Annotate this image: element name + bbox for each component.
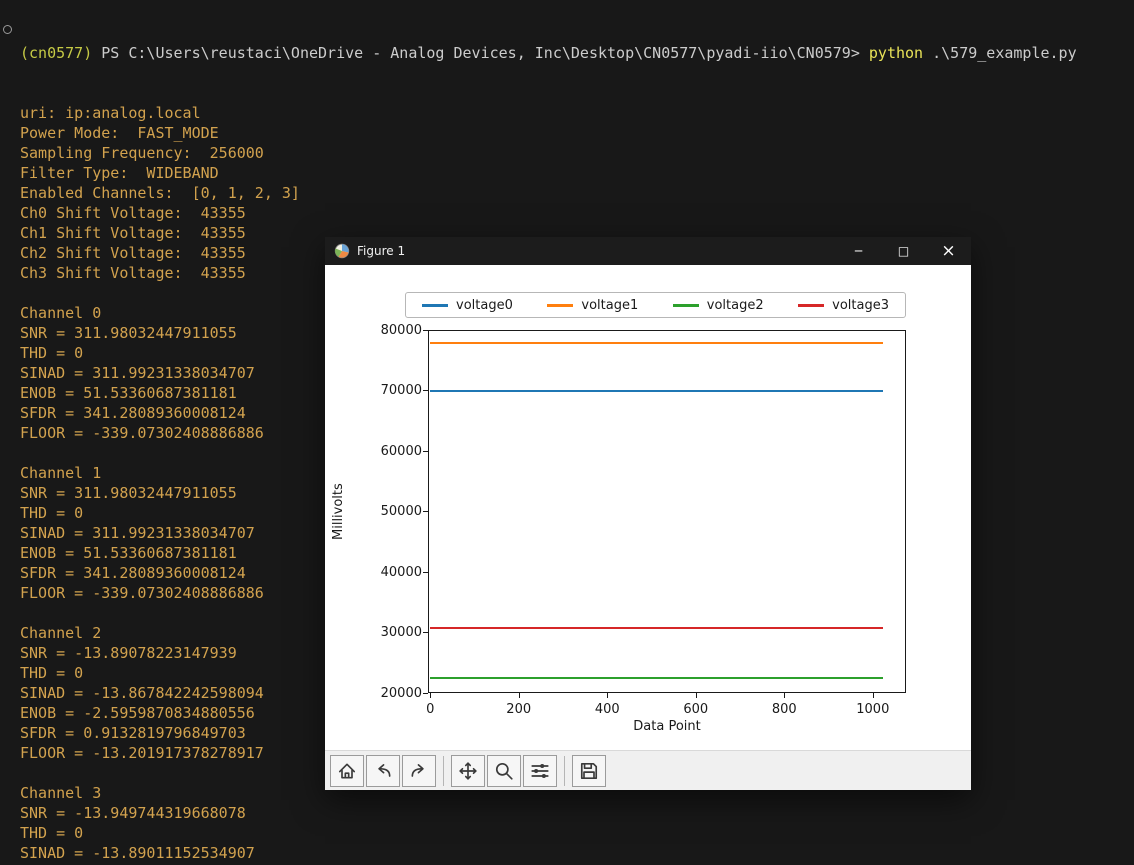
matplotlib-logo-icon	[334, 243, 350, 259]
y-tick-mark	[423, 692, 428, 694]
x-tick-mark	[695, 693, 697, 698]
figure-titlebar[interactable]: Figure 1 ─ □ ×	[325, 237, 971, 265]
x-axis-label: Data Point	[633, 719, 701, 734]
legend-label: voltage2	[706, 297, 764, 313]
maximize-button[interactable]: □	[881, 237, 926, 265]
legend-line-swatch	[672, 303, 699, 307]
series-line-voltage0	[430, 390, 883, 393]
y-axis-label: Millivolts	[331, 483, 346, 540]
conda-env-label: (cn0577)	[20, 44, 102, 62]
x-tick-mark	[872, 693, 874, 698]
figure-window: Figure 1 ─ □ × voltage0 voltage1 voltage2 v…	[325, 237, 971, 790]
home-icon	[337, 761, 357, 781]
legend-label: voltage0	[456, 297, 513, 313]
save-button[interactable]	[572, 754, 606, 787]
legend-line-swatch	[798, 303, 825, 307]
series-line-voltage2	[430, 676, 883, 679]
command-decoration-circle	[3, 25, 12, 34]
figure-canvas[interactable]: voltage0 voltage1 voltage2 voltage3 Millivo…	[325, 265, 971, 750]
channel-metric-line: THD = 0	[20, 824, 84, 842]
y-tick-label: 30000	[380, 625, 422, 640]
y-tick-mark	[423, 632, 428, 633]
x-tick-mark	[607, 693, 609, 698]
window-controls: ─ □ ×	[836, 237, 971, 265]
figure-window-title: Figure 1	[357, 244, 406, 258]
forward-button[interactable]	[402, 754, 436, 787]
x-tick-label: 0	[426, 702, 435, 717]
chart-legend: voltage0 voltage1 voltage2 voltage3	[405, 292, 906, 318]
terminal-prompt-line: (cn0577) PS C:\Users\reustaci\OneDrive -…	[20, 43, 1120, 63]
command-text: python	[868, 44, 933, 62]
zoom-icon	[494, 761, 514, 781]
y-tick-label: 80000	[380, 322, 422, 338]
terminal-output-line: Power Mode: FAST_MODE	[20, 124, 219, 142]
series-line-voltage1	[430, 342, 883, 344]
terminal-output-line: Sampling Frequency: 256000	[20, 144, 264, 162]
x-tick-mark	[518, 693, 520, 698]
y-tick-mark	[423, 390, 428, 391]
prompt-path: PS C:\Users\reustaci\OneDrive - Analog D…	[101, 44, 869, 62]
legend-item-voltage3: voltage3	[798, 298, 889, 313]
channel-metric-line: SNR = -13.949744319668078	[20, 804, 246, 822]
toolbar-separator	[564, 755, 565, 786]
legend-label: voltage3	[832, 297, 889, 313]
x-tick-label: 200	[506, 702, 532, 717]
y-tick-label: 60000	[380, 443, 422, 459]
pan-icon	[458, 761, 478, 781]
series-line-voltage3	[430, 627, 883, 630]
close-button[interactable]: ×	[926, 237, 971, 265]
x-tick-label: 1000	[856, 702, 890, 717]
subplots-button[interactable]	[523, 754, 557, 787]
back-button[interactable]	[366, 754, 400, 787]
zoom-button[interactable]	[487, 754, 521, 787]
back-icon	[373, 761, 393, 781]
y-tick-mark	[423, 571, 428, 573]
y-tick-label: 20000	[380, 685, 422, 701]
terminal-output-line: Enabled Channels: [0, 1, 2, 3]	[20, 184, 300, 202]
legend-item-voltage1: voltage1	[547, 298, 638, 313]
subplots-icon	[530, 761, 550, 781]
y-tick-label: 70000	[380, 383, 422, 398]
legend-label: voltage1	[581, 297, 639, 313]
toolbar-separator	[443, 755, 444, 786]
terminal-output-line: Ch0 Shift Voltage: 43355	[20, 204, 246, 222]
figure-toolbar	[325, 750, 971, 790]
terminal-output-line: Filter Type: WIDEBAND	[20, 164, 219, 182]
y-tick-mark	[423, 511, 428, 512]
x-tick-label: 800	[771, 702, 797, 717]
x-tick-label: 600	[683, 702, 709, 717]
minimize-button[interactable]: ─	[836, 237, 881, 265]
legend-line-swatch	[422, 303, 448, 307]
screen: (cn0577) PS C:\Users\reustaci\OneDrive -…	[0, 0, 1134, 865]
y-tick-label: 50000	[380, 504, 422, 519]
save-icon	[579, 761, 599, 781]
legend-item-voltage0: voltage0	[422, 298, 513, 313]
terminal-output-line: uri: ip:analog.local	[20, 104, 201, 122]
home-button[interactable]	[330, 754, 364, 787]
x-tick-mark	[430, 693, 432, 698]
legend-line-swatch	[547, 303, 574, 307]
x-tick-mark	[784, 693, 786, 698]
pan-button[interactable]	[451, 754, 485, 787]
y-tick-mark	[423, 450, 428, 452]
y-tick-label: 40000	[380, 564, 422, 580]
channel-metric-line: SINAD = -13.89011152534907	[20, 844, 255, 862]
x-tick-label: 400	[594, 702, 620, 717]
chart-axes	[428, 330, 906, 693]
legend-item-voltage2: voltage2	[672, 297, 764, 313]
command-args: .\579_example.py	[932, 44, 1077, 62]
forward-icon	[409, 761, 429, 781]
y-tick-mark	[423, 329, 428, 331]
